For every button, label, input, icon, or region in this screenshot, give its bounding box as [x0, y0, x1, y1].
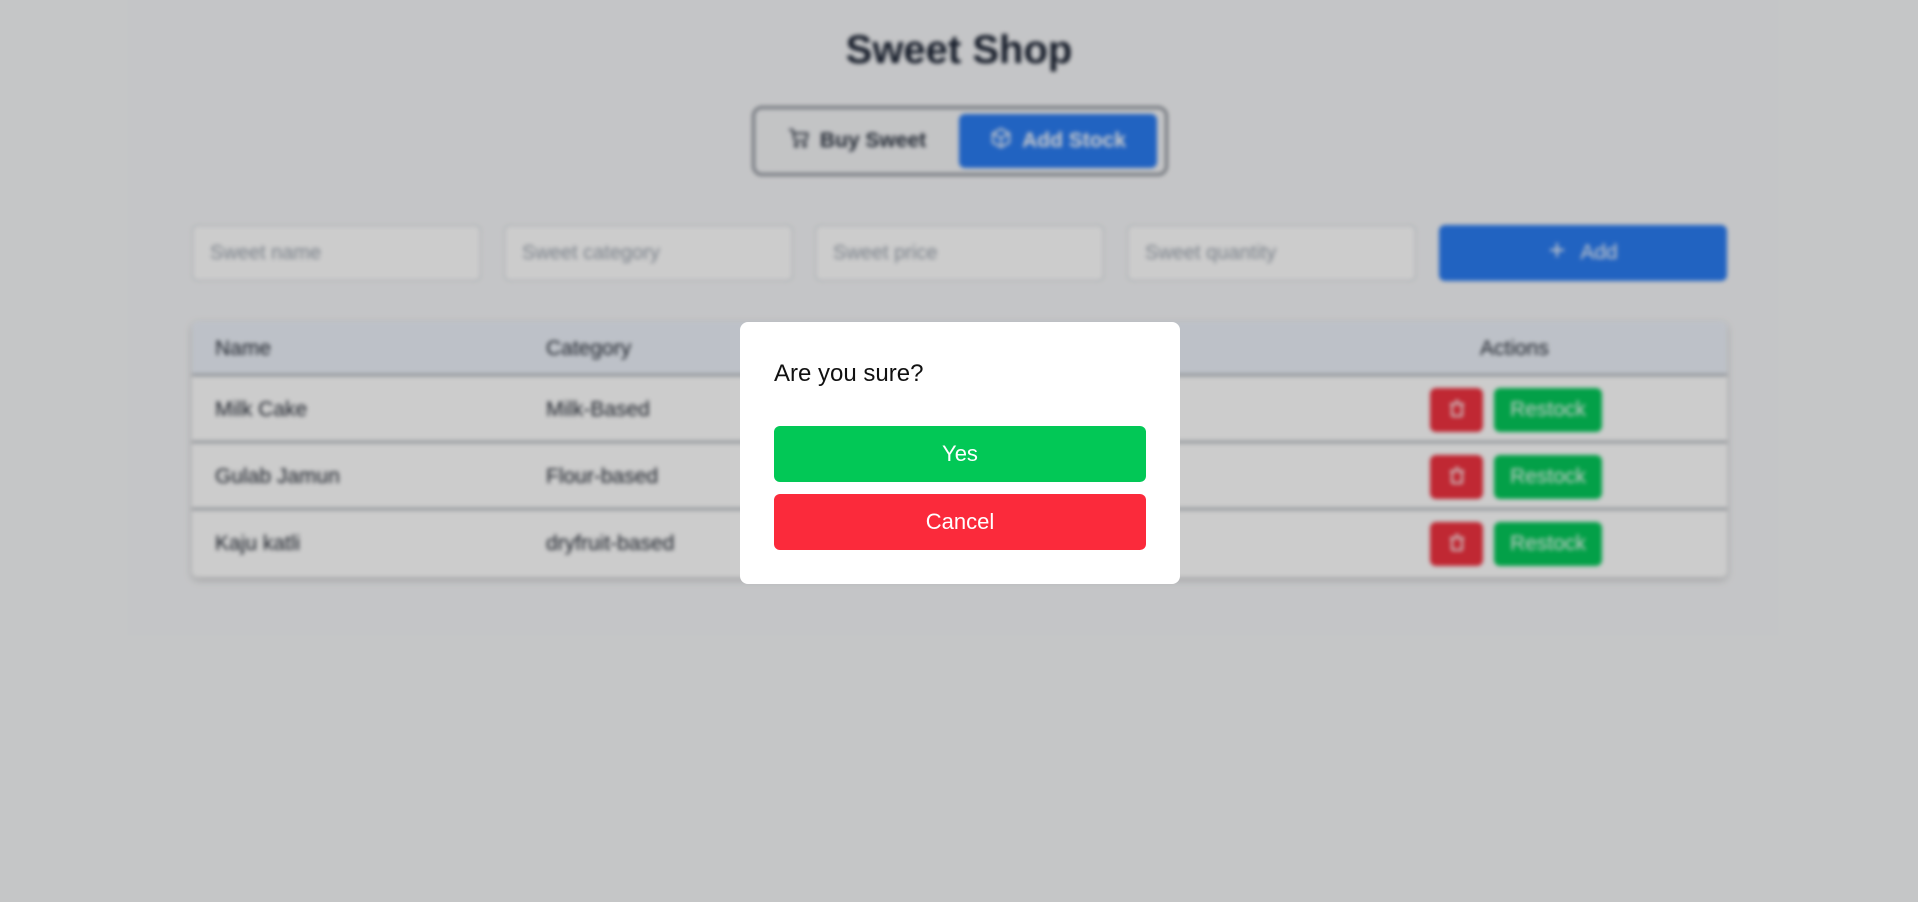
confirm-cancel-button[interactable]: Cancel — [774, 494, 1146, 550]
confirm-dialog-title: Are you sure? — [774, 360, 924, 387]
confirm-yes-button[interactable]: Yes — [774, 426, 1146, 482]
confirm-dialog: Are you sure? Yes Cancel — [740, 322, 1180, 584]
